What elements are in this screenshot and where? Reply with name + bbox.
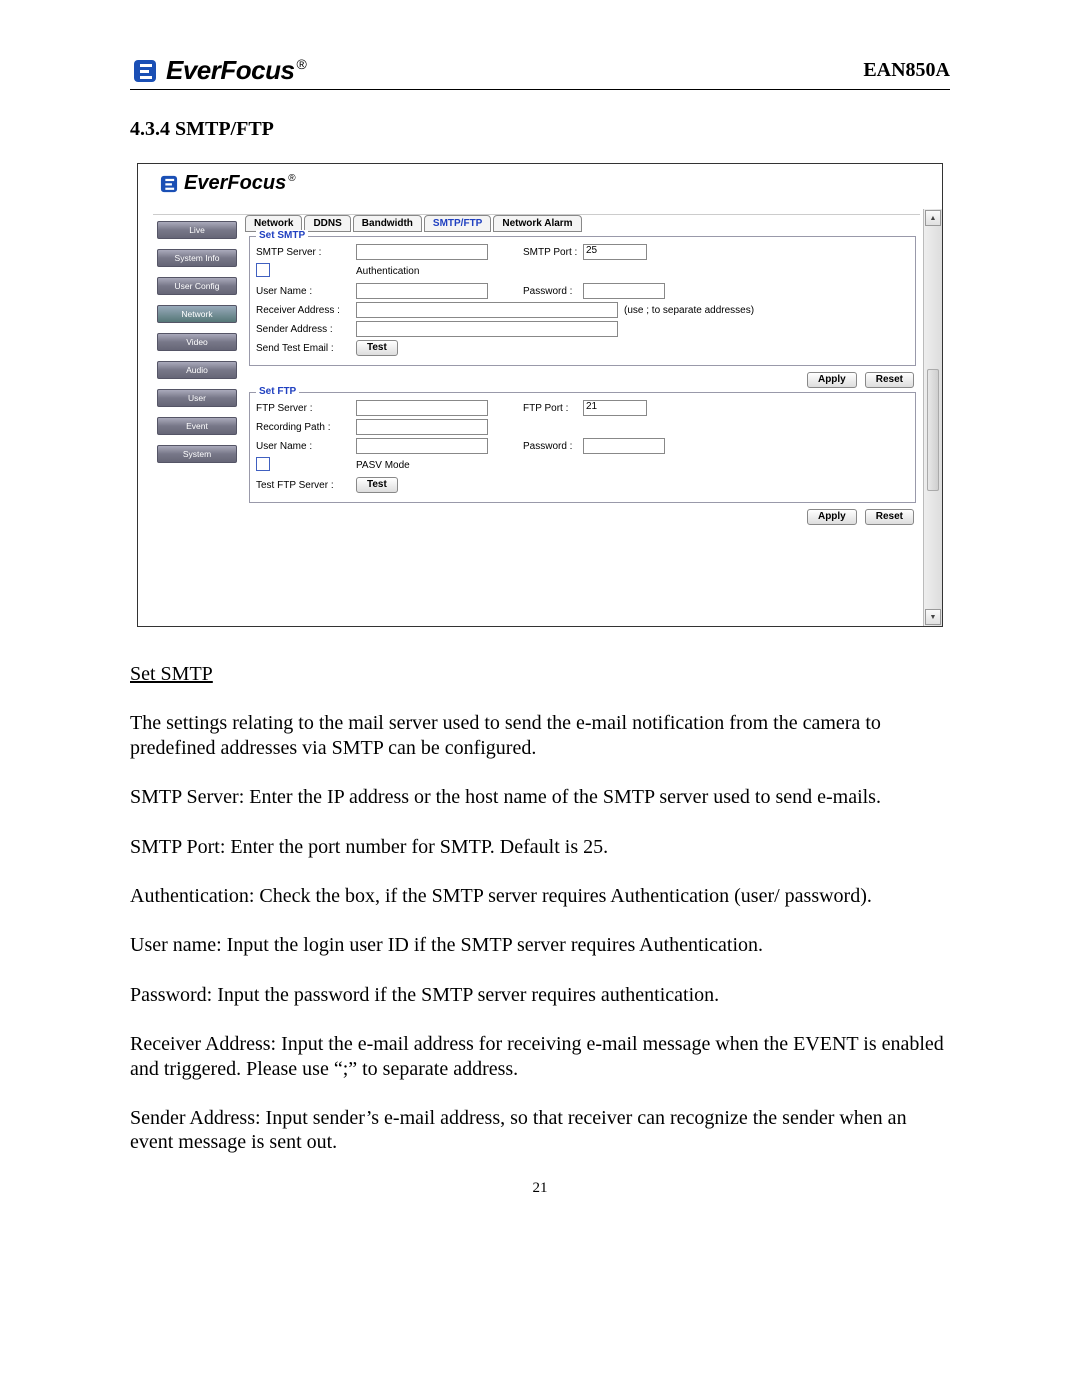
ftp-password-label: Password :	[523, 441, 583, 452]
sidebar-item-live[interactable]: Live	[157, 221, 237, 239]
page-number: 21	[130, 1180, 950, 1197]
tab-bandwidth[interactable]: Bandwidth	[353, 215, 422, 232]
smtp-server-label: SMTP Server :	[256, 247, 356, 258]
smtp-fieldset: Set SMTP SMTP Server : SMTP Port : 25 Au…	[249, 236, 916, 366]
doc-paragraph-sender: Sender Address: Input sender’s e-mail ad…	[130, 1106, 950, 1155]
ftp-password-input[interactable]	[583, 438, 665, 454]
scroll-down-icon[interactable]: ▼	[925, 609, 941, 625]
ftp-fieldset: Set FTP FTP Server : FTP Port : 21 Recor…	[249, 392, 916, 503]
smtp-reset-button[interactable]: Reset	[865, 372, 914, 388]
smtp-port-input[interactable]: 25	[583, 244, 647, 260]
section-heading: 4.3.4 SMTP/FTP	[130, 118, 950, 141]
scrollbar[interactable]: ▲ ▼	[923, 209, 942, 626]
smtp-user-label: User Name :	[256, 286, 356, 297]
brand-name: EverFocus®	[166, 55, 306, 86]
doc-paragraph-receiver: Receiver Address: Input the e-mail addre…	[130, 1032, 950, 1081]
ftp-recpath-label: Recording Path :	[256, 422, 356, 433]
smtp-sendtest-label: Send Test Email :	[256, 343, 356, 354]
smtp-legend: Set SMTP	[256, 230, 308, 241]
embedded-screenshot: EverFocus® ▲ ▼ Live System Info User Con…	[137, 163, 943, 627]
smtp-receiver-label: Receiver Address :	[256, 305, 356, 316]
doc-paragraph-password: Password: Input the password if the SMTP…	[130, 983, 950, 1007]
model-number: EAN850A	[863, 59, 950, 82]
ftp-test-label: Test FTP Server :	[256, 480, 356, 491]
sidebar-item-system[interactable]: System	[157, 445, 237, 463]
ftp-pasv-checkbox[interactable]	[256, 457, 270, 471]
smtp-test-button[interactable]: Test	[356, 340, 398, 356]
smtp-receiver-input[interactable]	[356, 302, 618, 318]
ftp-user-input[interactable]	[356, 438, 488, 454]
tab-ddns[interactable]: DDNS	[304, 215, 350, 232]
doc-paragraph-smtp-port: SMTP Port: Enter the port number for SMT…	[130, 835, 950, 859]
smtp-sender-label: Sender Address :	[256, 324, 356, 335]
brand-mark-icon	[130, 56, 160, 86]
ftp-port-input[interactable]: 21	[583, 400, 647, 416]
ftp-server-input[interactable]	[356, 400, 488, 416]
sidebar-item-user-config[interactable]: User Config	[157, 277, 237, 295]
ftp-apply-button[interactable]: Apply	[807, 509, 857, 525]
scroll-up-icon[interactable]: ▲	[925, 210, 941, 226]
smtp-receiver-hint: (use ; to separate addresses)	[624, 305, 754, 316]
doc-paragraph-intro: The settings relating to the mail server…	[130, 711, 950, 760]
document-body: Set SMTP The settings relating to the ma…	[130, 662, 950, 1155]
ftp-user-label: User Name :	[256, 441, 356, 452]
smtp-sender-input[interactable]	[356, 321, 618, 337]
smtp-auth-checkbox[interactable]	[256, 263, 270, 277]
ftp-recpath-input[interactable]	[356, 419, 488, 435]
ftp-reset-button[interactable]: Reset	[865, 509, 914, 525]
sidebar-item-system-info[interactable]: System Info	[157, 249, 237, 267]
smtp-auth-label: Authentication	[356, 266, 419, 277]
ftp-legend: Set FTP	[256, 386, 299, 397]
doc-paragraph-auth: Authentication: Check the box, if the SM…	[130, 884, 950, 908]
sidebar-nav: Live System Info User Config Network Vid…	[153, 215, 241, 620]
tab-bar: Network DDNS Bandwidth SMTP/FTP Network …	[245, 215, 920, 232]
doc-subheading: Set SMTP	[130, 662, 950, 686]
sidebar-item-network[interactable]: Network	[157, 305, 237, 323]
scroll-thumb[interactable]	[927, 369, 939, 491]
ftp-test-button[interactable]: Test	[356, 477, 398, 493]
smtp-user-input[interactable]	[356, 283, 488, 299]
ftp-server-label: FTP Server :	[256, 403, 356, 414]
screenshot-brand-logo: EverFocus®	[158, 172, 296, 195]
smtp-password-input[interactable]	[583, 283, 665, 299]
sidebar-item-user[interactable]: User	[157, 389, 237, 407]
sidebar-item-audio[interactable]: Audio	[157, 361, 237, 379]
doc-paragraph-username: User name: Input the login user ID if th…	[130, 933, 950, 957]
smtp-port-label: SMTP Port :	[523, 247, 583, 258]
smtp-apply-button[interactable]: Apply	[807, 372, 857, 388]
sidebar-item-event[interactable]: Event	[157, 417, 237, 435]
tab-smtp-ftp[interactable]: SMTP/FTP	[424, 215, 491, 232]
document-header: EverFocus® EAN850A	[130, 55, 950, 90]
smtp-server-input[interactable]	[356, 244, 488, 260]
ftp-pasv-label: PASV Mode	[356, 460, 410, 471]
doc-paragraph-smtp-server: SMTP Server: Enter the IP address or the…	[130, 785, 950, 809]
brand-logo: EverFocus®	[130, 55, 306, 86]
ftp-port-label: FTP Port :	[523, 403, 583, 414]
smtp-password-label: Password :	[523, 286, 583, 297]
tab-network-alarm[interactable]: Network Alarm	[493, 215, 581, 232]
sidebar-item-video[interactable]: Video	[157, 333, 237, 351]
